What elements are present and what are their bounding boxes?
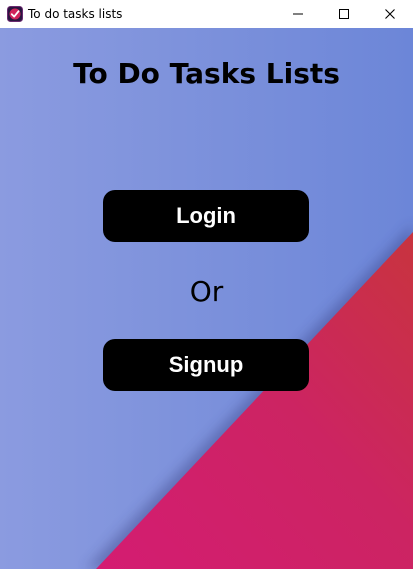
close-icon (384, 5, 396, 24)
login-button[interactable]: Login (103, 190, 309, 242)
signup-button[interactable]: Signup (103, 339, 309, 391)
page-title: To Do Tasks Lists (73, 57, 340, 90)
main-content: To Do Tasks Lists Login Or Signup (0, 28, 413, 569)
minimize-icon (292, 5, 304, 24)
app-window: To do tasks lists To Do Tasks Lists Logi… (0, 0, 413, 569)
maximize-button[interactable] (321, 0, 367, 28)
window-title: To do tasks lists (28, 7, 123, 21)
close-button[interactable] (367, 0, 413, 28)
title-bar[interactable]: To do tasks lists (0, 0, 413, 28)
minimize-button[interactable] (275, 0, 321, 28)
todo-check-icon (7, 6, 23, 22)
maximize-icon (338, 5, 350, 24)
or-label: Or (189, 275, 224, 308)
